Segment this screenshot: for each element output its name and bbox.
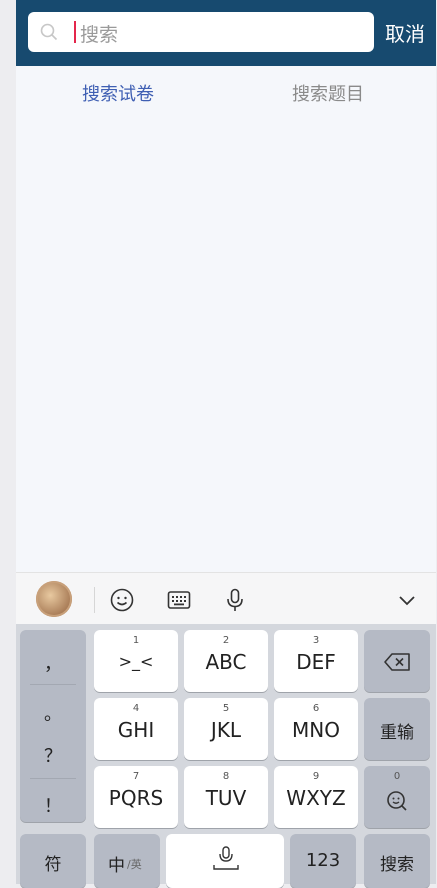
search-placeholder: 搜索 <box>80 24 119 46</box>
avatar[interactable] <box>36 581 72 617</box>
lang-en-label: /英 <box>127 858 142 871</box>
key-number: 1 <box>132 635 140 646</box>
smart-search-icon <box>387 791 407 811</box>
key-5[interactable]: 5 JKL <box>184 698 268 760</box>
smart-key-0[interactable]: 0 <box>364 766 430 828</box>
microphone-icon <box>213 846 239 870</box>
language-switch-key[interactable]: 中 /英 <box>94 834 160 888</box>
key-label: >_< <box>118 652 154 671</box>
key-number: 9 <box>312 771 320 782</box>
key-3[interactable]: 3 DEF <box>274 630 358 692</box>
keyboard-icon[interactable] <box>166 587 192 613</box>
key-number: 0 <box>393 771 401 782</box>
key-number: 3 <box>312 635 320 646</box>
symbol-key[interactable]: 符 <box>20 834 86 888</box>
lang-cn-label: 中 <box>108 856 125 876</box>
key-4[interactable]: 4 GHI <box>94 698 178 760</box>
key-label: GHI <box>117 718 155 742</box>
text-cursor <box>74 21 76 43</box>
search-tabs: 搜索试卷 搜索题目 <box>16 66 436 118</box>
space-voice-key[interactable] <box>166 834 284 888</box>
key-label: JKL <box>210 718 242 742</box>
keyboard: ， 。 ？ ！ 1 >_< 2 ABC 3 DEF 4 GHI 5 JKL 6 … <box>16 624 436 888</box>
key-7[interactable]: 7 PQRS <box>94 766 178 828</box>
key-label: MNO <box>292 718 340 742</box>
punct-period-key[interactable]: 。 <box>20 700 86 726</box>
chevron-down-icon[interactable] <box>394 587 420 613</box>
key-number: 8 <box>222 771 230 782</box>
key-label: DEF <box>296 650 336 674</box>
search-icon <box>40 23 58 41</box>
tab-search-papers[interactable]: 搜索试卷 <box>82 80 154 106</box>
toolbar-divider <box>94 587 95 613</box>
symbol-label: 符 <box>44 855 62 875</box>
punct-comma-key[interactable]: ， <box>20 650 86 676</box>
search-input[interactable]: 搜索 <box>28 12 374 52</box>
keyboard-toolbar <box>16 572 436 625</box>
key-number: 7 <box>132 771 140 782</box>
backspace-icon <box>384 653 410 671</box>
key-label: PQRS <box>108 786 164 810</box>
key-label: ABC <box>205 650 247 674</box>
emoji-icon[interactable] <box>109 587 135 613</box>
key-number: 2 <box>222 635 230 646</box>
divider <box>30 778 76 779</box>
number-mode-key[interactable]: 123 <box>290 834 356 888</box>
key-6[interactable]: 6 MNO <box>274 698 358 760</box>
backspace-button[interactable] <box>364 630 430 692</box>
key-number: 6 <box>312 703 320 714</box>
punct-question-key[interactable]: ？ <box>20 742 86 768</box>
punctuation-column[interactable]: ， 。 ？ ！ <box>20 630 86 822</box>
key-9[interactable]: 9 WXYZ <box>274 766 358 828</box>
search-header: 搜索 取消 <box>16 0 436 66</box>
search-submit-label: 搜索 <box>380 855 414 875</box>
microphone-icon[interactable] <box>222 587 248 613</box>
screen: 搜索 取消 搜索试卷 搜索题目 ， 。 ？ ！ 1 >_< 2 ABC 3 DE… <box>16 0 436 888</box>
key-label: WXYZ <box>286 786 346 810</box>
key-label: TUV <box>205 786 247 810</box>
key-number: 4 <box>132 703 140 714</box>
number-mode-label: 123 <box>305 850 341 871</box>
tab-search-questions[interactable]: 搜索题目 <box>292 80 364 106</box>
key-1[interactable]: 1 >_< <box>94 630 178 692</box>
punct-exclaim-key[interactable]: ！ <box>20 792 86 818</box>
search-submit-key[interactable]: 搜索 <box>364 834 430 888</box>
reinput-label: 重输 <box>380 723 414 743</box>
cancel-button[interactable]: 取消 <box>385 18 425 47</box>
key-number: 5 <box>222 703 230 714</box>
divider <box>30 684 76 685</box>
key-2[interactable]: 2 ABC <box>184 630 268 692</box>
reinput-button[interactable]: 重输 <box>364 698 430 760</box>
key-8[interactable]: 8 TUV <box>184 766 268 828</box>
